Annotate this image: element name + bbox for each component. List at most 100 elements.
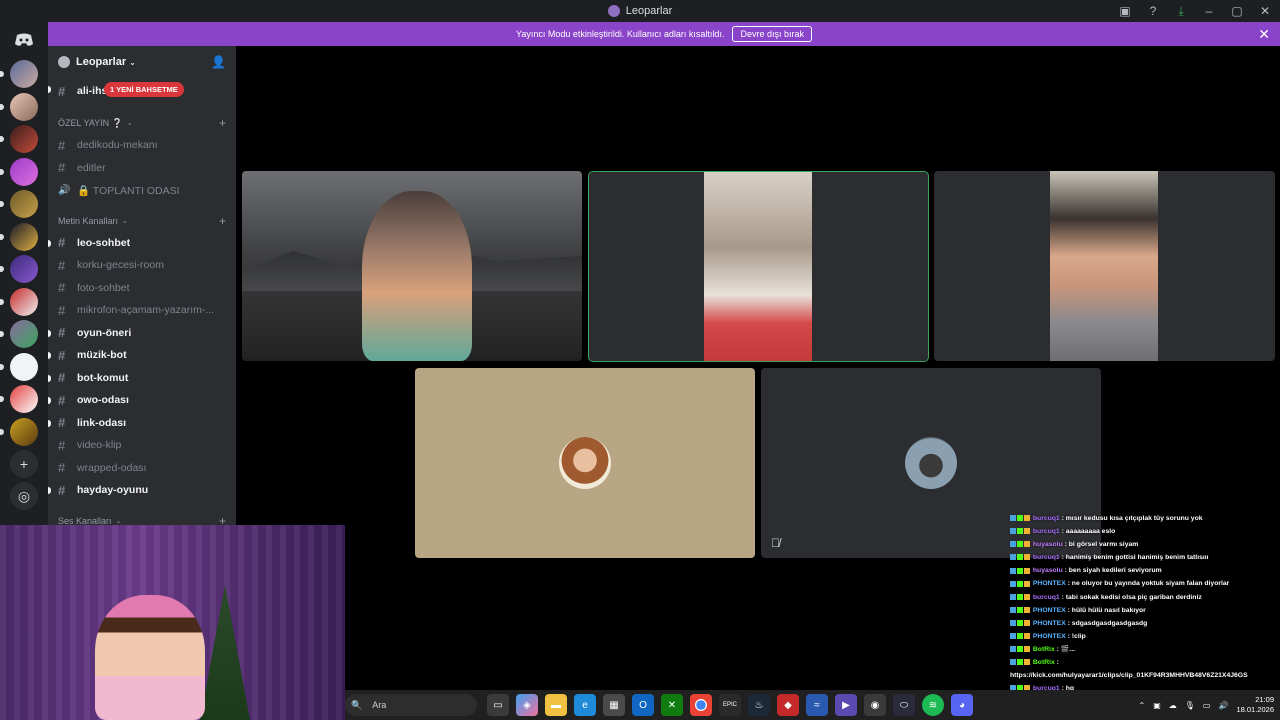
- obs-icon[interactable]: ◉: [864, 694, 886, 716]
- channel-item[interactable]: # link-odası: [48, 412, 236, 435]
- chat-message: burcuq1 : aaaaaaaaa eslo: [1010, 525, 1280, 538]
- video-tile[interactable]: [242, 171, 582, 361]
- minimize-icon[interactable]: –: [1202, 4, 1216, 18]
- channel-item[interactable]: # korku-gecesi-room: [48, 254, 236, 277]
- server-avatar[interactable]: [0, 352, 38, 381]
- chat-text: ben siyah kedileri seviyorum: [1068, 567, 1162, 575]
- badge-icon: [1017, 567, 1023, 574]
- add-channel-icon[interactable]: +: [219, 116, 226, 130]
- chat-text: bi görsel varmı siyam: [1068, 541, 1139, 549]
- server-avatar[interactable]: [0, 385, 38, 413]
- channel-item[interactable]: # video-klip: [48, 434, 236, 457]
- chat-message: PHONTEX : sdgasdgasdgasdgasdg: [1010, 617, 1280, 630]
- server-avatar[interactable]: [0, 255, 38, 283]
- badge-icon: [1010, 646, 1016, 653]
- channel-name: müzik-bot: [77, 349, 127, 362]
- store-icon[interactable]: ▦: [603, 694, 625, 716]
- channel-category[interactable]: Ses Kanalları ⌄ +: [48, 510, 236, 526]
- server-avatar[interactable]: [0, 125, 38, 153]
- participant-avatar: [559, 437, 611, 489]
- app-red-icon[interactable]: ◆: [777, 694, 799, 716]
- epic-games-icon[interactable]: EPIC: [719, 694, 741, 716]
- channel-category[interactable]: ÖZEL YAYIN ❔ ⌄ +: [48, 112, 236, 134]
- taskbar-search[interactable]: 🔍 Ara: [345, 694, 477, 716]
- hash-icon: #: [58, 302, 66, 318]
- edge-icon[interactable]: e: [574, 694, 596, 716]
- hash-icon: #: [58, 235, 66, 251]
- chat-text: hanimiş benim gottisi hanimiş benim tatl…: [1065, 554, 1209, 562]
- xbox-icon[interactable]: ✕: [661, 694, 683, 716]
- server-avatar[interactable]: [0, 190, 38, 218]
- chevron-up-icon[interactable]: ⌃: [1139, 701, 1146, 710]
- close-banner-icon[interactable]: ✕: [1258, 26, 1270, 43]
- file-explorer-icon[interactable]: ▬: [545, 694, 567, 716]
- discord-logo-icon[interactable]: [8, 28, 40, 52]
- channel-item[interactable]: 🔊 🔒 TOPLANTI ODASI: [48, 179, 236, 202]
- server-avatar[interactable]: [0, 320, 38, 348]
- task-view-icon[interactable]: ▭: [487, 694, 509, 716]
- steam-icon[interactable]: ♨: [748, 694, 770, 716]
- app-dark-icon[interactable]: ⬭: [893, 694, 915, 716]
- invite-people-icon[interactable]: 👤: [211, 55, 226, 69]
- spotify-icon[interactable]: ≋: [922, 694, 944, 716]
- channel-item[interactable]: # bot-komut: [48, 367, 236, 390]
- channel-item[interactable]: # wrapped-odası: [48, 457, 236, 480]
- server-avatar[interactable]: [0, 417, 38, 446]
- copilot-icon[interactable]: ◈: [516, 694, 538, 716]
- participant-tile[interactable]: [415, 368, 755, 558]
- search-placeholder: Ara: [372, 700, 387, 710]
- badge-icon: [1024, 646, 1030, 653]
- channel-category[interactable]: Metin Kanalları ⌄ +: [48, 210, 236, 232]
- disable-streamer-mode-button[interactable]: Devre dışı bırak: [732, 26, 812, 42]
- channel-item[interactable]: # mikrofon-açamam-yazarım-...: [48, 299, 236, 322]
- badge-icon: [1017, 659, 1023, 666]
- server-header[interactable]: Leoparlar ⌄ 👤: [48, 46, 236, 78]
- channel-item[interactable]: # leo-sohbet: [48, 232, 236, 255]
- discord-taskbar-icon[interactable]: ◕: [951, 694, 973, 716]
- microphone-icon[interactable]: 🎙: [1185, 701, 1195, 710]
- outlook-icon[interactable]: O: [632, 694, 654, 716]
- video-tile-speaking[interactable]: [588, 171, 929, 362]
- clock[interactable]: 21:09 18.01.2026: [1236, 695, 1274, 715]
- mention-badge[interactable]: 1 YENİ BAHSETME: [104, 82, 184, 97]
- close-window-icon[interactable]: ✕: [1258, 4, 1272, 18]
- speaker-icon: 🔊: [58, 184, 71, 196]
- channel-item[interactable]: # editler: [48, 157, 236, 180]
- help-icon[interactable]: ?: [1146, 4, 1160, 18]
- speaker-icon[interactable]: 🔊: [1218, 701, 1228, 710]
- server-avatar[interactable]: [0, 222, 38, 251]
- download-icon[interactable]: ⤓: [1174, 4, 1188, 18]
- inbox-icon[interactable]: ▣: [1118, 4, 1132, 18]
- channel-item[interactable]: # foto-sohbet: [48, 277, 236, 300]
- add-channel-icon[interactable]: +: [219, 514, 226, 526]
- video-tile[interactable]: [934, 171, 1275, 361]
- hash-icon: #: [58, 83, 66, 99]
- media-player-icon[interactable]: ▶: [835, 694, 857, 716]
- channel-item[interactable]: # müzik-bot: [48, 344, 236, 367]
- server-avatar[interactable]: [0, 92, 38, 121]
- channel-item[interactable]: # hayday-oyunu: [48, 479, 236, 502]
- add-server-icon[interactable]: +: [10, 450, 38, 478]
- chat-message: PHONTEX : ne oluyor bu yayında yoktuk si…: [1010, 577, 1280, 590]
- channel-sidebar: Leoparlar ⌄ 👤 # ali-ihs 1 YENİ BAHSETME …: [48, 46, 236, 525]
- display-icon[interactable]: ▭: [1203, 701, 1211, 710]
- channel-name: leo-sohbet: [77, 236, 131, 249]
- maximize-icon[interactable]: ▢: [1230, 4, 1244, 18]
- cloud-icon[interactable]: ☁: [1169, 701, 1177, 710]
- badge-icon: [1010, 659, 1016, 666]
- server-avatar[interactable]: [0, 287, 38, 316]
- app-tray-icon[interactable]: ▣: [1153, 701, 1161, 710]
- channel-item[interactable]: # oyun-öneri: [48, 322, 236, 345]
- chrome-icon[interactable]: [690, 694, 712, 716]
- channel-item[interactable]: # ali-ihs 1 YENİ BAHSETME: [48, 78, 236, 104]
- channel-item[interactable]: # owo-odası: [48, 389, 236, 412]
- windows-taskbar: 🔍 Ara ▭ ◈ ▬ e ▦ O ✕ EPIC ♨ ◆ ≈ ▶ ◉ ⬭ ≋ ◕…: [345, 690, 1280, 720]
- discover-icon[interactable]: ◎: [10, 482, 38, 510]
- server-avatar[interactable]: [0, 157, 38, 186]
- app-blue-icon[interactable]: ≈: [806, 694, 828, 716]
- channel-item[interactable]: # dedikodu-mekanı: [48, 134, 236, 157]
- channel-name: wrapped-odası: [77, 461, 147, 474]
- server-avatar[interactable]: [0, 60, 38, 88]
- add-channel-icon[interactable]: +: [219, 214, 226, 228]
- clock-date: 18.01.2026: [1236, 705, 1274, 714]
